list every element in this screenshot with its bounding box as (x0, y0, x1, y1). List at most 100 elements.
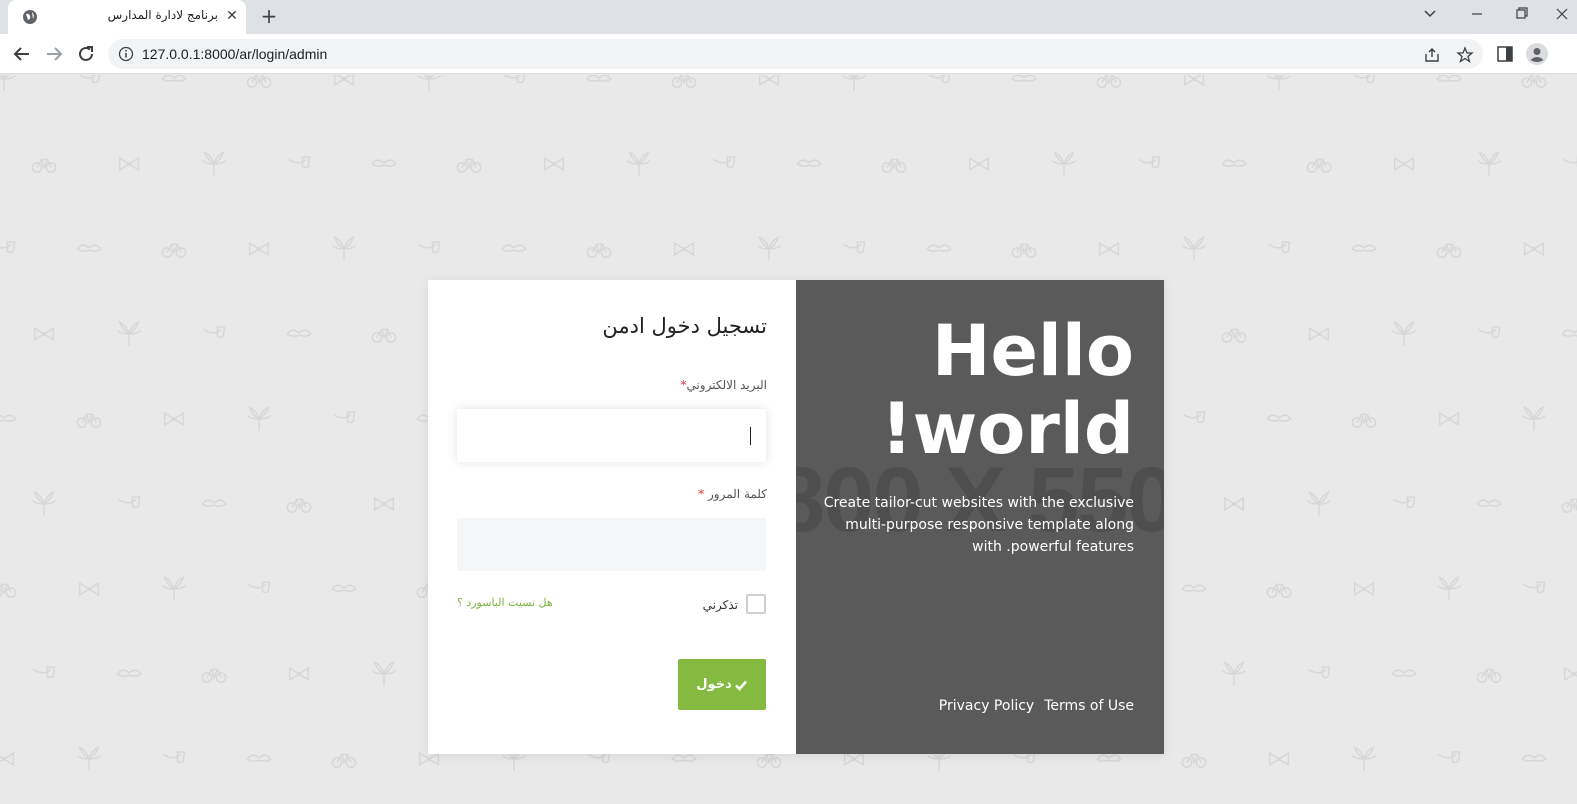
pattern-stache-icon (1351, 244, 1377, 252)
pattern-bike-icon (286, 498, 312, 513)
pattern-leaf-icon (1266, 75, 1292, 91)
pattern-pipe-icon (0, 241, 16, 254)
pattern-bow-icon (968, 156, 990, 172)
pattern-stache-icon (1011, 75, 1037, 82)
pattern-pipe-icon (418, 241, 441, 254)
new-tab-icon[interactable]: + (257, 4, 281, 28)
pattern-leaf-icon (0, 75, 17, 91)
pattern-bike-icon (201, 668, 227, 683)
email-field[interactable] (457, 409, 766, 462)
pattern-stache-icon (286, 329, 312, 337)
login-button[interactable]: دخول (678, 659, 766, 710)
pattern-bow-icon (1563, 666, 1577, 682)
url-path: :8000/ar/login/admin (200, 46, 328, 62)
password-required-mark: * (698, 487, 705, 501)
pattern-stache-icon (116, 669, 142, 677)
terms-of-use-link[interactable]: Terms of Use (1044, 698, 1134, 714)
pattern-leaf-icon (246, 405, 272, 431)
pattern-bike-icon (671, 75, 697, 88)
restore-icon[interactable] (1507, 2, 1537, 26)
login-form-panel: تسجيل دخول ادمن البريد الالكتروني* كلمة … (428, 280, 796, 754)
pattern-stache-icon (1181, 584, 1207, 592)
pattern-bow-icon (78, 581, 100, 597)
url-text[interactable]: 127.0.0.1:8000/ar/login/admin (142, 46, 327, 62)
check-icon (734, 680, 747, 691)
pattern-stache-icon (371, 159, 397, 167)
pattern-bow-icon (163, 411, 185, 427)
pattern-bike-icon (76, 413, 102, 428)
pattern-leaf-icon (331, 235, 357, 261)
bookmark-star-icon[interactable] (1456, 46, 1474, 64)
pattern-bow-icon (1098, 241, 1120, 257)
pattern-bike-icon (0, 583, 17, 598)
pattern-leaf-icon (116, 320, 142, 346)
site-info-icon[interactable] (118, 46, 134, 62)
pattern-bike-icon (1011, 243, 1037, 258)
share-icon[interactable] (1423, 46, 1441, 64)
pattern-leaf-icon (1306, 490, 1332, 516)
pattern-leaf-icon (31, 490, 57, 516)
pattern-leaf-icon (756, 235, 782, 261)
pattern-stache-icon (0, 414, 17, 422)
pattern-stache-icon (1266, 414, 1292, 422)
pattern-leaf-icon (626, 150, 652, 176)
side-panel-icon[interactable] (1496, 45, 1514, 63)
profile-avatar-icon[interactable] (1526, 43, 1548, 65)
pattern-stache-icon (76, 244, 102, 252)
pattern-pipe-icon (1268, 241, 1291, 254)
address-bar[interactable]: 127.0.0.1:8000/ar/login/admin (108, 39, 1483, 69)
promo-panel: 800 X 550 Hello !world Create tailor-cut… (796, 280, 1164, 754)
minimize-icon[interactable] (1462, 2, 1492, 26)
pattern-leaf-icon (1181, 235, 1207, 261)
remember-me-checkbox[interactable] (746, 594, 766, 614)
pattern-pipe-icon (1183, 411, 1206, 424)
privacy-policy-link[interactable]: Privacy Policy (939, 698, 1034, 714)
pattern-bow-icon (118, 156, 140, 172)
pattern-bike-icon (1436, 243, 1462, 258)
hello-heading: Hello !world (814, 312, 1134, 468)
email-label: البريد الالكتروني* (680, 378, 767, 392)
forgot-password-link[interactable]: هل نسيت الباسورد ؟ (457, 596, 553, 609)
pattern-pipe-icon (1523, 581, 1546, 594)
hello-line-2: !world (880, 388, 1134, 470)
pattern-stache-icon (796, 159, 822, 167)
pattern-leaf-icon (1521, 405, 1547, 431)
pattern-stache-icon (1391, 669, 1417, 677)
tab-close-icon[interactable]: ✕ (223, 7, 241, 25)
browser-tab[interactable]: برنامج لادارة المدارس ✕ (8, 0, 246, 34)
back-arrow-icon[interactable] (10, 42, 34, 66)
password-field[interactable] (457, 518, 766, 571)
pattern-leaf-icon (1351, 745, 1377, 771)
form-title: تسجيل دخول ادمن (602, 314, 767, 338)
pattern-bike-icon (31, 158, 57, 173)
pattern-pipe-icon (33, 666, 56, 679)
tab-search-chevron-icon[interactable] (1415, 2, 1445, 26)
remember-me-label[interactable]: تذكرني (703, 598, 738, 612)
pattern-stache-icon (201, 499, 227, 507)
pattern-stache-icon (161, 75, 187, 82)
page-background: تسجيل دخول ادمن البريد الالكتروني* كلمة … (0, 75, 1577, 804)
browser-toolbar: 127.0.0.1:8000/ar/login/admin (0, 34, 1577, 74)
pattern-pipe-icon (713, 156, 736, 169)
pattern-bike-icon (1221, 328, 1247, 343)
reload-icon[interactable] (74, 42, 98, 66)
pattern-leaf-icon (371, 660, 397, 686)
pattern-bow-icon (673, 241, 695, 257)
forward-arrow-icon[interactable] (42, 42, 66, 66)
password-label-text: كلمة المرور (707, 487, 767, 501)
pattern-leaf-icon (76, 745, 102, 771)
login-button-label: دخول (696, 677, 732, 692)
pattern-stache-icon (1521, 754, 1547, 762)
pattern-leaf-icon (161, 575, 187, 601)
pattern-bow-icon (1223, 496, 1245, 512)
login-card: تسجيل دخول ادمن البريد الالكتروني* كلمة … (428, 280, 1164, 754)
pattern-stache-icon (246, 754, 272, 762)
close-window-icon[interactable] (1547, 2, 1577, 26)
pattern-bow-icon (333, 75, 355, 87)
pattern-pipe-icon (1138, 156, 1161, 169)
pattern-bow-icon (288, 666, 310, 682)
pattern-bow-icon (1308, 326, 1330, 342)
text-caret (750, 427, 751, 445)
email-label-text: البريد الالكتروني (686, 378, 767, 392)
pattern-bike-icon (1561, 498, 1577, 513)
